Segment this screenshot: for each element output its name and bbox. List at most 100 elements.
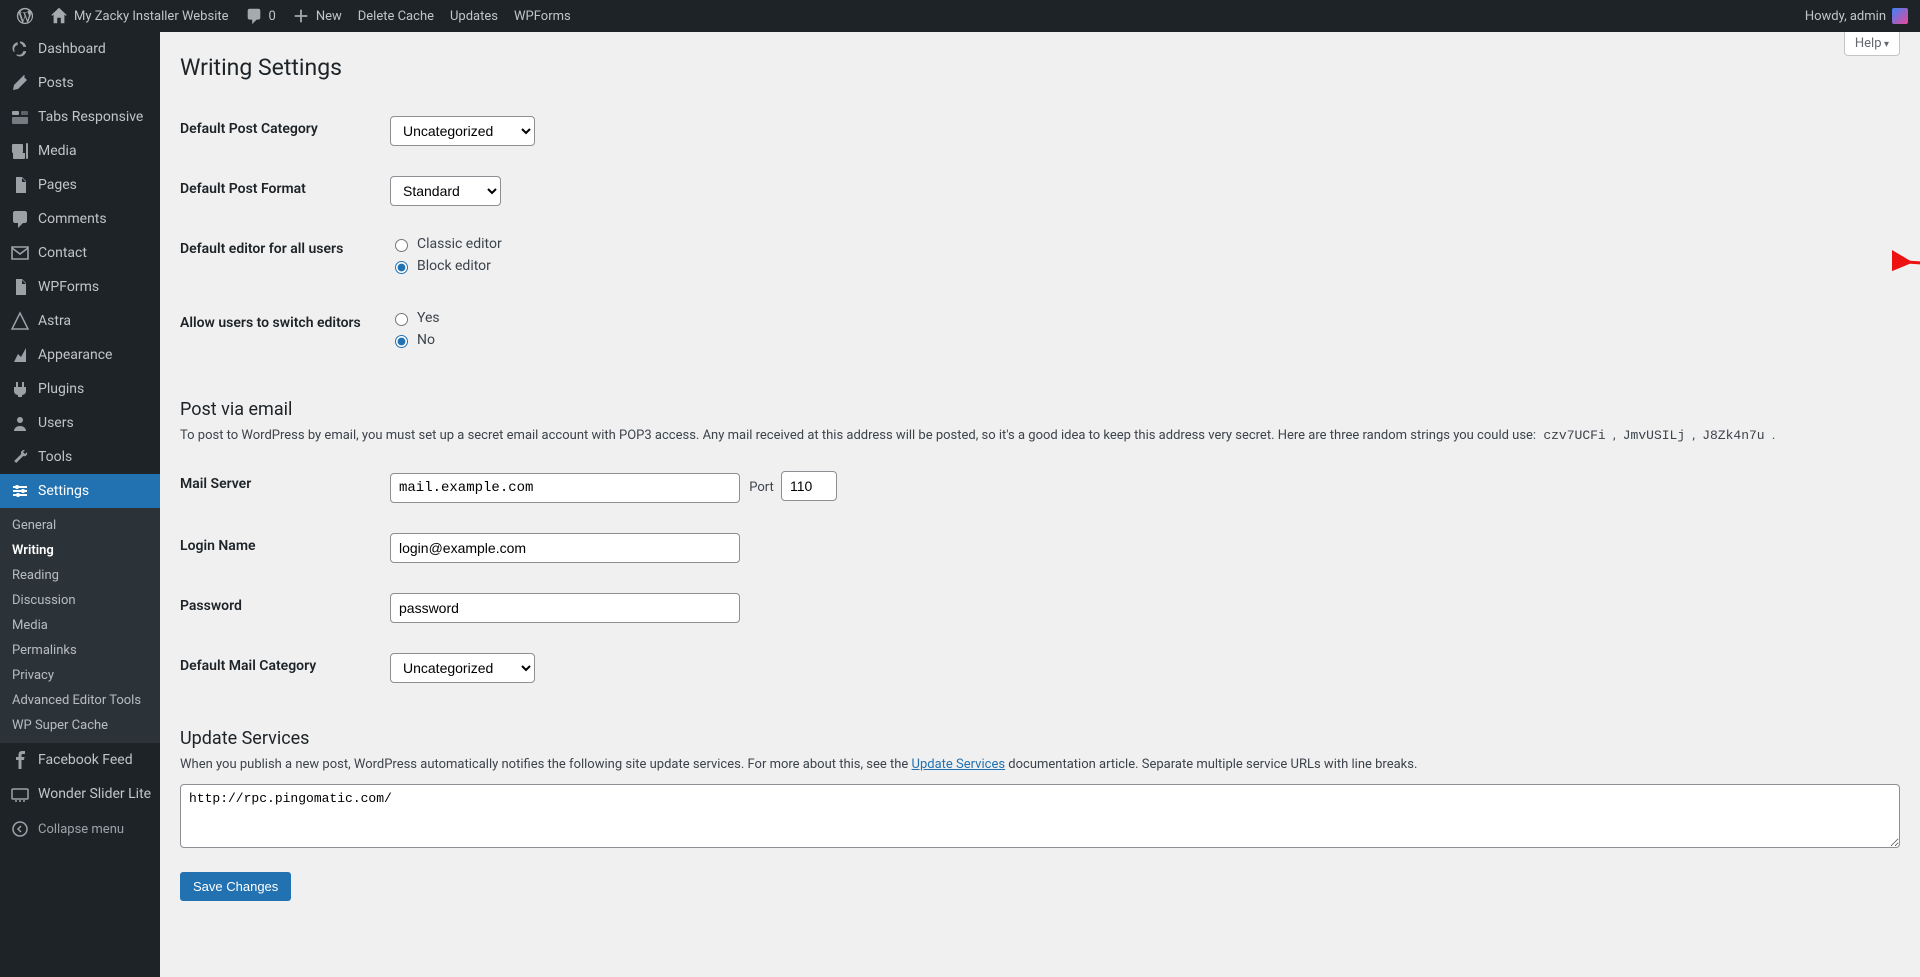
account-menu[interactable]: Howdy, admin [1805, 8, 1912, 24]
astra-icon [10, 311, 30, 331]
page-icon [10, 277, 30, 297]
sidebar-item-label: Users [38, 415, 74, 431]
plugins-icon [10, 379, 30, 399]
pin-icon [10, 73, 30, 93]
sidebar-item-appearance[interactable]: Appearance [0, 338, 160, 372]
sidebar-item-comments[interactable]: Comments [0, 202, 160, 236]
toolbar-wpforms[interactable]: WPForms [506, 0, 579, 32]
select-default-mail-category[interactable]: Uncategorized [390, 653, 535, 683]
post-via-email-desc: To post to WordPress by email, you must … [180, 426, 1900, 446]
sidebar-item-label: WPForms [38, 279, 99, 295]
wp-logo[interactable] [8, 0, 42, 32]
submenu-item-wp-super-cache[interactable]: WP Super Cache [0, 713, 160, 738]
sidebar-item-label: Wonder Slider Lite [38, 786, 151, 802]
sidebar-item-plugins[interactable]: Plugins [0, 372, 160, 406]
submenu-item-discussion[interactable]: Discussion [0, 588, 160, 613]
random-string-2: JmvUSILj [1619, 427, 1689, 444]
submenu-item-media[interactable]: Media [0, 613, 160, 638]
sidebar-item-wonder-slider-lite[interactable]: Wonder Slider Lite [0, 777, 160, 811]
plus-icon [292, 7, 310, 25]
slider-icon [10, 784, 30, 804]
label-mail-server: Mail Server [180, 456, 380, 518]
sidebar-item-label: Comments [38, 211, 107, 227]
sidebar-item-dashboard[interactable]: Dashboard [0, 32, 160, 66]
new-content[interactable]: New [284, 0, 350, 32]
comments-icon [10, 209, 30, 229]
sidebar-item-tools[interactable]: Tools [0, 440, 160, 474]
users-icon [10, 413, 30, 433]
radio-switch-yes[interactable] [395, 313, 408, 326]
site-name-link[interactable]: My Zacky Installer Website [42, 0, 237, 32]
sidebar-item-label: Dashboard [38, 41, 106, 57]
radio-row-yes[interactable]: Yes [390, 310, 1890, 326]
sidebar-item-label: Plugins [38, 381, 84, 397]
radio-row-block[interactable]: Block editor [390, 258, 1890, 274]
media-icon [10, 141, 30, 161]
radio-row-classic[interactable]: Classic editor [390, 236, 1890, 252]
collapse-menu[interactable]: Collapse menu [0, 811, 160, 847]
sidebar-item-astra[interactable]: Astra [0, 304, 160, 338]
select-default-format[interactable]: Standard [390, 176, 501, 206]
random-string-3: J8Zk4n7u [1698, 427, 1768, 444]
admin-sidebar: Dashboard Posts Tabs Responsive Media Pages C… [0, 32, 160, 977]
sidebar-item-users[interactable]: Users [0, 406, 160, 440]
radio-row-no[interactable]: No [390, 332, 1890, 348]
sidebar-item-contact[interactable]: Contact [0, 236, 160, 270]
sidebar-item-pages[interactable]: Pages [0, 168, 160, 202]
save-changes-button[interactable]: Save Changes [180, 872, 291, 901]
sidebar-item-label: Posts [38, 75, 74, 91]
sidebar-item-label: Contact [38, 245, 87, 261]
sidebar-item-label: Pages [38, 177, 77, 193]
settings-icon [10, 481, 30, 501]
input-password[interactable] [390, 593, 740, 623]
appearance-icon [10, 345, 30, 365]
label-default-format: Default Post Format [180, 161, 380, 221]
update-services-link[interactable]: Update Services [912, 757, 1006, 772]
submenu-item-reading[interactable]: Reading [0, 563, 160, 588]
sidebar-item-facebook-feed[interactable]: Facebook Feed [0, 743, 160, 777]
submenu-item-privacy[interactable]: Privacy [0, 663, 160, 688]
content-area: Help Writing Settings Default Post Categ… [160, 0, 1920, 977]
section-update-services: Update Services [180, 728, 1900, 749]
radio-switch-no[interactable] [395, 335, 408, 348]
input-port[interactable] [781, 471, 837, 501]
sidebar-item-tabs-responsive[interactable]: Tabs Responsive [0, 100, 160, 134]
sidebar-item-label: Tools [38, 449, 72, 465]
home-icon [50, 7, 68, 25]
collapse-label: Collapse menu [38, 822, 124, 837]
label-password: Password [180, 578, 380, 638]
sidebar-item-media[interactable]: Media [0, 134, 160, 168]
sidebar-item-wpforms[interactable]: WPForms [0, 270, 160, 304]
wordpress-icon [16, 7, 34, 25]
sidebar-item-label: Astra [38, 313, 71, 329]
comments-bubble[interactable]: 0 [237, 0, 284, 32]
sidebar-item-label: Tabs Responsive [38, 109, 143, 125]
submenu-item-permalinks[interactable]: Permalinks [0, 638, 160, 663]
toolbar-delete-cache[interactable]: Delete Cache [350, 0, 442, 32]
submenu-item-advanced-editor-tools[interactable]: Advanced Editor Tools [0, 688, 160, 713]
new-label: New [316, 9, 342, 24]
select-default-category[interactable]: Uncategorized [390, 116, 535, 146]
label-default-editor: Default editor for all users [180, 221, 380, 295]
tabs-icon [10, 107, 30, 127]
howdy-text: Howdy, admin [1805, 9, 1886, 24]
input-mail-server[interactable] [390, 473, 740, 503]
label-default-category: Default Post Category [180, 101, 380, 161]
textarea-ping-services[interactable] [180, 784, 1900, 848]
radio-block-editor[interactable] [395, 261, 408, 274]
radio-classic-editor[interactable] [395, 239, 408, 252]
collapse-icon [10, 819, 30, 839]
settings-submenu: GeneralWritingReadingDiscussionMediaPerm… [0, 508, 160, 743]
toolbar-updates[interactable]: Updates [442, 0, 506, 32]
input-login-name[interactable] [390, 533, 740, 563]
sidebar-item-posts[interactable]: Posts [0, 66, 160, 100]
page-icon [10, 175, 30, 195]
submenu-item-writing[interactable]: Writing [0, 538, 160, 563]
sidebar-item-label: Media [38, 143, 77, 159]
speech-bubble-icon [245, 7, 263, 25]
submenu-item-general[interactable]: General [0, 513, 160, 538]
sidebar-item-label: Facebook Feed [38, 752, 133, 768]
label-port: Port [749, 480, 774, 495]
help-tab[interactable]: Help [1844, 32, 1900, 56]
sidebar-item-settings[interactable]: Settings [0, 474, 160, 508]
